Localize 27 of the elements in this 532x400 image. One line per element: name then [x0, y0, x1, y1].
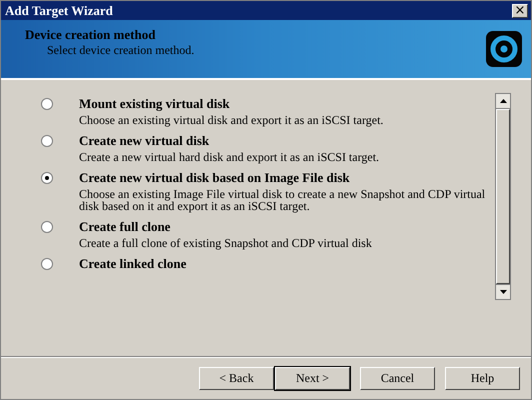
radio-button[interactable] [41, 135, 53, 147]
scrollbar[interactable] [495, 93, 511, 300]
option-title[interactable]: Create full clone [79, 218, 372, 235]
header-title: Device creation method [25, 26, 156, 42]
radio-button[interactable] [41, 221, 53, 233]
wizard-button[interactable]: Cancel [360, 366, 435, 390]
close-button[interactable]: × [512, 4, 528, 18]
window-title: Add Target Wizard [5, 2, 113, 18]
scroll-up-icon[interactable] [496, 94, 510, 109]
scroll-thumb[interactable] [496, 109, 510, 284]
option-description: Create a new virtual hard disk and export it as an iSCSI target. [79, 151, 380, 163]
option-title[interactable]: Create new virtual disk based on Image File disk [79, 169, 495, 186]
option-description: Choose an existing Image File virtual disk to create a new Snapshot and CDP virtual disk based on it and export it as an iSCSI target. [79, 188, 486, 212]
option-title[interactable]: Create linked clone [79, 255, 186, 272]
wizard-button[interactable]: Help [445, 366, 520, 390]
scroll-down-icon[interactable] [496, 284, 510, 299]
option-title[interactable]: Create new virtual disk [79, 132, 380, 149]
radio-button[interactable] [41, 258, 53, 270]
header-subtitle: Select device creation method. [46, 42, 194, 58]
radio-button[interactable] [41, 98, 53, 110]
wizard-button[interactable]: Next > [275, 366, 350, 390]
target-logo-icon [485, 30, 523, 68]
option-title[interactable]: Mount existing virtual disk [79, 95, 384, 112]
wizard-button[interactable]: < Back [199, 366, 274, 390]
option-description: Choose an existing virtual disk and export it as an iSCSI target. [79, 114, 384, 126]
radio-button[interactable] [41, 172, 53, 184]
option-description: Create a full clone of existing Snapshot and CDP virtual disk [79, 237, 372, 249]
